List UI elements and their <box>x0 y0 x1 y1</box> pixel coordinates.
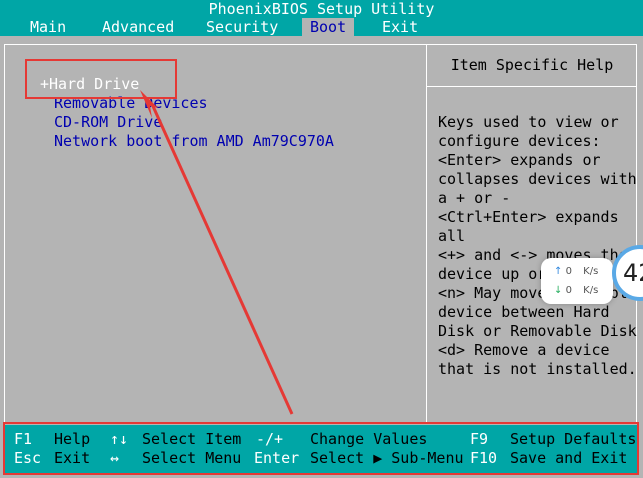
annotation-arrow <box>140 90 294 415</box>
arrow-down-icon: ↓ <box>554 285 563 296</box>
network-speed-widget: ↑ 0 K/s ↓ 0 K/s <box>541 258 613 304</box>
download-unit: K/s <box>583 285 599 296</box>
upload-unit: K/s <box>583 266 599 277</box>
arrow-up-icon: ↑ <box>554 266 563 277</box>
upload-speed: 0 <box>565 266 572 277</box>
download-speed: 0 <box>565 285 572 296</box>
annotation-arrow-line <box>150 103 294 415</box>
